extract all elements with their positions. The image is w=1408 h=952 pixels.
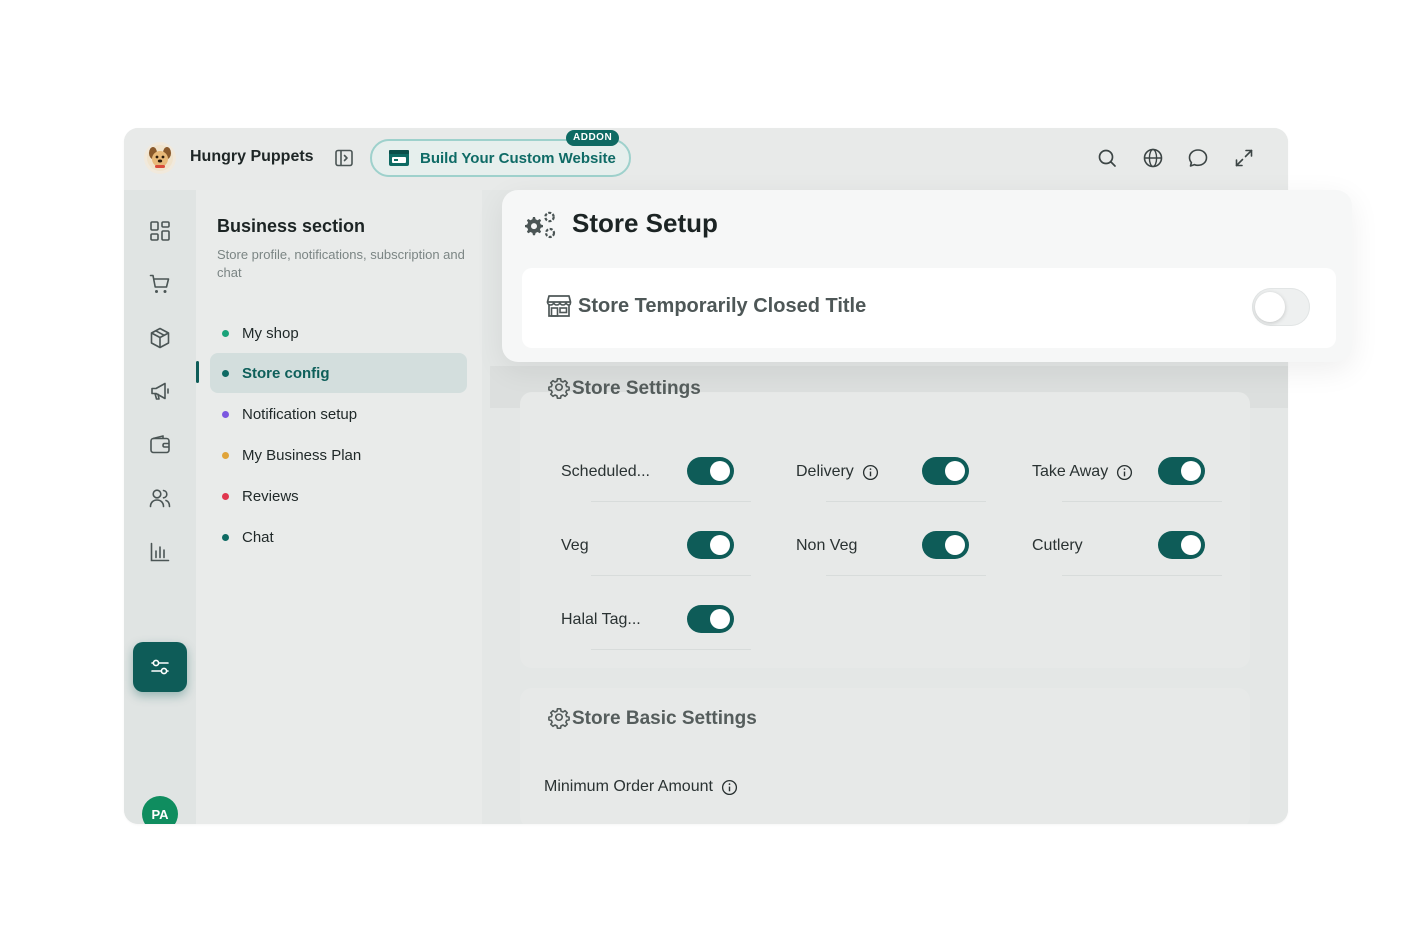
non-veg-toggle[interactable] [922,531,969,559]
option-label: Delivery [796,463,854,480]
option-label: Non Veg [796,537,858,554]
info-icon[interactable] [862,464,879,481]
divider [1062,575,1222,576]
store-closed-label: Store Temporarily Closed Title [578,294,867,317]
dashboard-icon[interactable] [148,219,172,243]
sidebar-item-reviews[interactable]: Reviews [210,476,467,516]
minimum-order-label: Minimum Order Amount [544,778,738,796]
store-setup-panel: Store Setup Store Temporarily Closed Tit… [502,190,1352,362]
addon-badge: ADDON [566,130,620,146]
divider [1062,501,1222,502]
brand-name: Hungry Puppets [190,148,314,165]
option-halal-tag: Halal Tag... [561,605,751,655]
divider [591,649,751,650]
active-indicator [196,361,199,383]
status-dot [222,492,229,500]
cart-icon[interactable] [148,272,172,296]
status-dot [222,369,229,377]
globe-icon[interactable] [1142,147,1164,169]
megaphone-icon[interactable] [148,379,172,403]
sidebar-toggle-icon[interactable] [334,148,354,168]
option-cutlery: Cutlery [1032,531,1222,581]
store-setup-title: Store Setup [522,208,718,239]
gears-icon [525,211,556,238]
box-icon[interactable] [148,326,172,350]
option-delivery: Delivery [796,457,986,507]
store-settings-label: Store Settings [572,378,701,399]
option-take-away: Take Away [1032,457,1222,507]
store-closed-toggle[interactable] [1252,288,1310,326]
icon-rail: PA [124,190,196,824]
chat-bubble-icon[interactable] [1187,147,1209,169]
option-veg: Veg [561,531,751,581]
store-settings-title: Store Settings [548,378,701,400]
brand-logo[interactable] [144,142,176,174]
store-basic-settings-label: Store Basic Settings [572,708,757,729]
wallet-icon[interactable] [148,433,172,457]
sidebar-item-label: Chat [242,528,274,546]
divider [826,501,986,502]
divider [591,575,751,576]
chart-icon[interactable] [148,540,172,564]
store-setup-label: Store Setup [572,208,718,238]
user-avatar[interactable]: PA [142,796,178,824]
expand-icon[interactable] [1233,147,1255,169]
minimum-order-text: Minimum Order Amount [544,778,713,795]
website-icon [389,150,409,166]
business-sidebar: Business section Store profile, notifica… [196,190,482,824]
delivery-toggle[interactable] [922,457,969,485]
option-label: Cutlery [1032,537,1083,554]
sidebar-item-label: Reviews [242,487,299,505]
users-icon[interactable] [148,486,172,510]
status-dot [222,533,229,541]
sidebar-item-label: My Business Plan [242,446,362,464]
sidebar-item-business-plan[interactable]: My Business Plan [210,435,467,475]
sidebar-title: Business section [217,216,366,236]
search-icon[interactable] [1096,147,1118,169]
sidebar-item-label: Store config [242,364,330,382]
take-away-toggle[interactable] [1158,457,1205,485]
sidebar-item-label: My shop [242,324,299,342]
sidebar-item-my-shop[interactable]: My shop [210,313,467,353]
divider [591,501,751,502]
option-label: Halal Tag... [561,611,641,628]
divider [826,575,986,576]
cutlery-toggle[interactable] [1158,531,1205,559]
scheduled-toggle[interactable] [687,457,734,485]
option-non-veg: Non Veg [796,531,986,581]
status-dot [222,451,229,459]
sidebar-item-chat[interactable]: Chat [210,517,467,557]
store-closed-row: Store Temporarily Closed Title [522,268,1336,348]
build-website-label: Build Your Custom Website [420,149,616,167]
gear-icon [548,378,570,399]
gear-icon [548,708,570,729]
option-label: Veg [561,537,589,554]
info-icon[interactable] [1116,464,1133,481]
sidebar-item-store-config[interactable]: Store config [210,353,467,393]
store-icon [546,295,572,317]
info-icon[interactable] [721,779,738,796]
sliders-icon [151,659,169,675]
option-label: Take Away [1032,463,1109,480]
option-label: Scheduled... [561,463,650,480]
halal-tag-toggle[interactable] [687,605,734,633]
top-bar: Hungry Puppets Build Your Custom Website… [124,128,1288,190]
settings-rail-button[interactable] [133,642,187,692]
status-dot [222,410,229,418]
sidebar-item-notification-setup[interactable]: Notification setup [210,394,467,434]
option-scheduled: Scheduled... [561,457,751,507]
status-dot [222,329,229,337]
store-basic-settings-title: Store Basic Settings [548,708,757,730]
veg-toggle[interactable] [687,531,734,559]
puppy-logo-icon [147,145,173,171]
sidebar-item-label: Notification setup [242,405,358,423]
sidebar-subtitle: Store profile, notifications, subscripti… [217,247,465,280]
